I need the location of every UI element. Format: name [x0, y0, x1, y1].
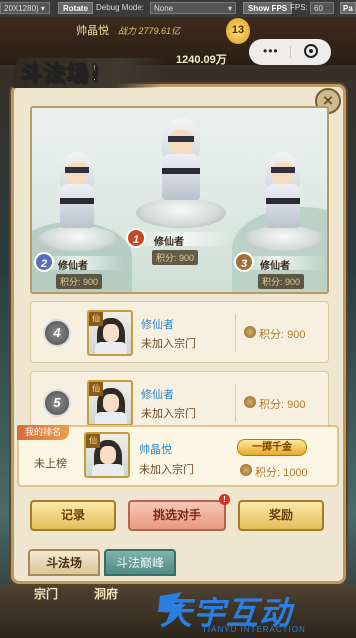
capsule-divider [290, 46, 291, 58]
close-target-icon[interactable] [304, 44, 318, 58]
tab-arena-peak[interactable]: 斗法巅峰 [104, 549, 176, 576]
my-rank-value: 未上榜 [34, 458, 67, 470]
rank-number: 4 [43, 319, 71, 347]
avatar-face [103, 394, 119, 412]
character-belt [266, 198, 300, 204]
avatar-face [103, 324, 119, 342]
rank-2-badge: 2 [34, 252, 54, 272]
player-score: 积分: 900 [259, 399, 306, 411]
avatar-body [95, 342, 127, 354]
show-fps-button[interactable]: Show FPS [243, 2, 293, 14]
character-blindfold [168, 136, 194, 142]
lotus-pedestal [136, 198, 226, 228]
my-avatar[interactable]: 仙 [84, 432, 130, 478]
resolution-dropdown[interactable]: 20X1280) ▾ [0, 2, 50, 14]
podium-1-name: 修仙者 [154, 237, 184, 248]
podium-3-score: 积分: 900 [258, 274, 305, 289]
podium-2-score: 积分: 900 [56, 274, 103, 289]
watermark-subtext: TIANYU INTERACTION [202, 625, 306, 634]
podium-3-name: 修仙者 [260, 261, 290, 272]
podium-character-2[interactable] [38, 148, 118, 258]
player-name: 修仙者 [141, 319, 174, 331]
nav-item-sect[interactable]: 宗门 [34, 585, 58, 602]
rotate-button[interactable]: Rotate [58, 2, 93, 14]
reward-button[interactable]: 奖励 [238, 500, 324, 531]
tab-arena[interactable]: 斗法场 [28, 549, 100, 576]
character-face [169, 130, 193, 154]
player-name: 修仙者 [141, 389, 174, 401]
character-robe [266, 184, 300, 228]
panel-title: 斗法场！ [19, 61, 113, 87]
top-three-podium: 1 修仙者 积分: 900 2 修仙者 积分: 900 3 修仙者 积分: 90… [30, 106, 329, 294]
my-rank-tag: 我的排名 [17, 425, 70, 440]
player-name: 帅晶悦 [76, 25, 109, 37]
rank-3-badge: 3 [234, 252, 254, 272]
fps-label: FPS: [290, 3, 308, 12]
score-coin-icon [244, 396, 256, 408]
avatar-tag: 仙 [86, 434, 100, 448]
podium-1-score: 积分: 900 [152, 250, 199, 265]
nav-item-cave[interactable]: 洞府 [94, 585, 118, 602]
avatar-face [100, 446, 116, 464]
row-divider [235, 384, 236, 422]
score-coin-icon [244, 326, 256, 338]
debug-mode-dropdown[interactable]: None ▾ [150, 2, 236, 14]
debug-mode-value: None [154, 4, 174, 13]
alert-badge: ! [219, 494, 230, 505]
combat-power: 战力 2779.61亿 [118, 26, 181, 36]
character-belt [162, 168, 200, 174]
gold-amount: 1240.09万 [176, 54, 227, 66]
mini-program-capsule: ••• [249, 39, 331, 65]
vip-badge: 13 [226, 18, 250, 44]
debug-toolbar: 20X1280) ▾ Rotate Debug Mode: None ▾ Show… [0, 0, 356, 18]
row-divider [235, 314, 236, 352]
fps-input[interactable]: 60 [310, 2, 334, 14]
character-face [272, 162, 294, 184]
sect-status: 未加入宗门 [141, 408, 196, 420]
my-name: 帅晶悦 [139, 444, 172, 456]
sect-status: 未加入宗门 [141, 338, 196, 350]
pick-opponent-button[interactable]: 挑选对手 [128, 500, 226, 531]
resolution-value: 20X1280) [4, 4, 39, 13]
record-button[interactable]: 记录 [30, 500, 116, 531]
ranking-row[interactable]: 5 仙 修仙者 未加入宗门 积分: 900 [30, 371, 329, 433]
character-face [66, 162, 88, 184]
rank-1-badge: 1 [126, 228, 146, 248]
my-sect: 未加入宗门 [139, 464, 194, 476]
rank-number: 5 [43, 389, 71, 417]
my-score: 积分: 1000 [255, 467, 308, 479]
lotus-pedestal [38, 226, 118, 252]
character-belt [60, 198, 94, 204]
pause-button[interactable]: Pa [340, 2, 356, 14]
player-score: 积分: 900 [259, 329, 306, 341]
character-robe [162, 154, 200, 200]
character-robe [60, 184, 94, 228]
lotus-pedestal [244, 226, 324, 252]
podium-2-name: 修仙者 [58, 261, 88, 272]
avatar[interactable]: 仙 [87, 310, 133, 356]
podium-character-3[interactable] [244, 148, 324, 258]
title-badge: 一掷千金 [237, 439, 307, 456]
avatar-body [92, 464, 124, 476]
avatar-tag: 仙 [89, 312, 103, 326]
avatar-tag: 仙 [89, 382, 103, 396]
debug-mode-label: Debug Mode: [96, 3, 145, 12]
ranking-row[interactable]: 4 仙 修仙者 未加入宗门 积分: 900 [30, 301, 329, 363]
avatar-body [95, 412, 127, 424]
podium-character-1[interactable] [136, 114, 226, 232]
avatar[interactable]: 仙 [87, 380, 133, 426]
score-coin-icon [240, 464, 252, 476]
character-blindfold [271, 167, 295, 173]
character-blindfold [65, 167, 89, 173]
more-icon[interactable]: ••• [263, 45, 279, 57]
